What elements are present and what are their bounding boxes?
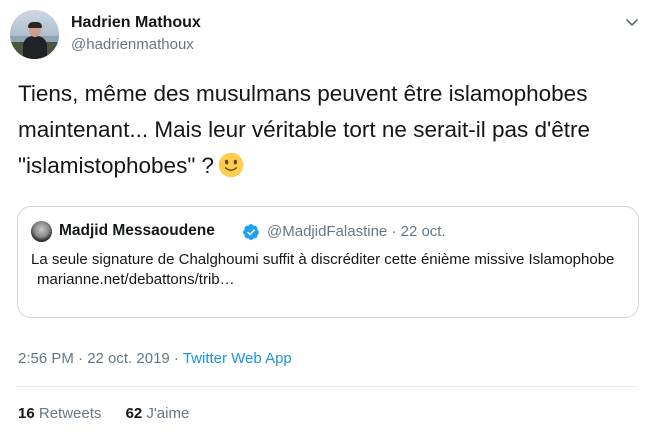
likes-count: 62 <box>125 405 143 422</box>
retweets-stat[interactable]: 16 Retweets <box>18 405 101 422</box>
author-avatar[interactable] <box>10 10 59 59</box>
tweet-text: Tiens, même des musulmans peuvent être i… <box>18 76 638 184</box>
quoted-tweet-text: La seule signature de Chalghoumi suffit … <box>31 250 626 289</box>
tweet-timestamp[interactable]: 2:56 PM · 22 oct. 2019 · <box>18 350 183 367</box>
divider <box>16 386 638 387</box>
tweet-text-content: Tiens, même des musulmans peuvent être i… <box>18 81 591 178</box>
chevron-down-icon[interactable] <box>624 14 640 30</box>
source-app-link[interactable]: Twitter Web App <box>183 350 292 367</box>
author-name[interactable]: Hadrien Mathoux <box>71 14 201 32</box>
quoted-author-handle-date: @MadjidFalastine · 22 oct. <box>267 223 446 240</box>
tweet-card: Hadrien Mathoux @hadrienmathoux Tiens, m… <box>0 0 652 448</box>
quoted-tweet-body: La seule signature de Chalghoumi suffit … <box>31 251 615 268</box>
tweet-meta: 2:56 PM · 22 oct. 2019 · Twitter Web App <box>18 350 292 367</box>
likes-stat[interactable]: 62 J'aime <box>126 405 190 422</box>
tweet-stats: 16 Retweets 62 J'aime <box>18 405 209 422</box>
retweets-count: 16 <box>18 405 35 422</box>
retweets-label: Retweets <box>38 405 102 422</box>
quoted-author-avatar <box>31 221 52 242</box>
likes-label: J'aime <box>146 405 190 422</box>
author-handle[interactable]: @hadrienmathoux <box>71 36 194 53</box>
quoted-tweet[interactable]: Madjid Messaoudene @MadjidFalastine · 22… <box>17 206 639 318</box>
slightly-smiling-face-icon <box>218 152 244 178</box>
quoted-tweet-link[interactable]: marianne.net/debattons/trib… <box>31 270 626 290</box>
quoted-author-name: Madjid Messaoudene <box>59 222 215 239</box>
verified-badge-icon <box>243 224 259 240</box>
